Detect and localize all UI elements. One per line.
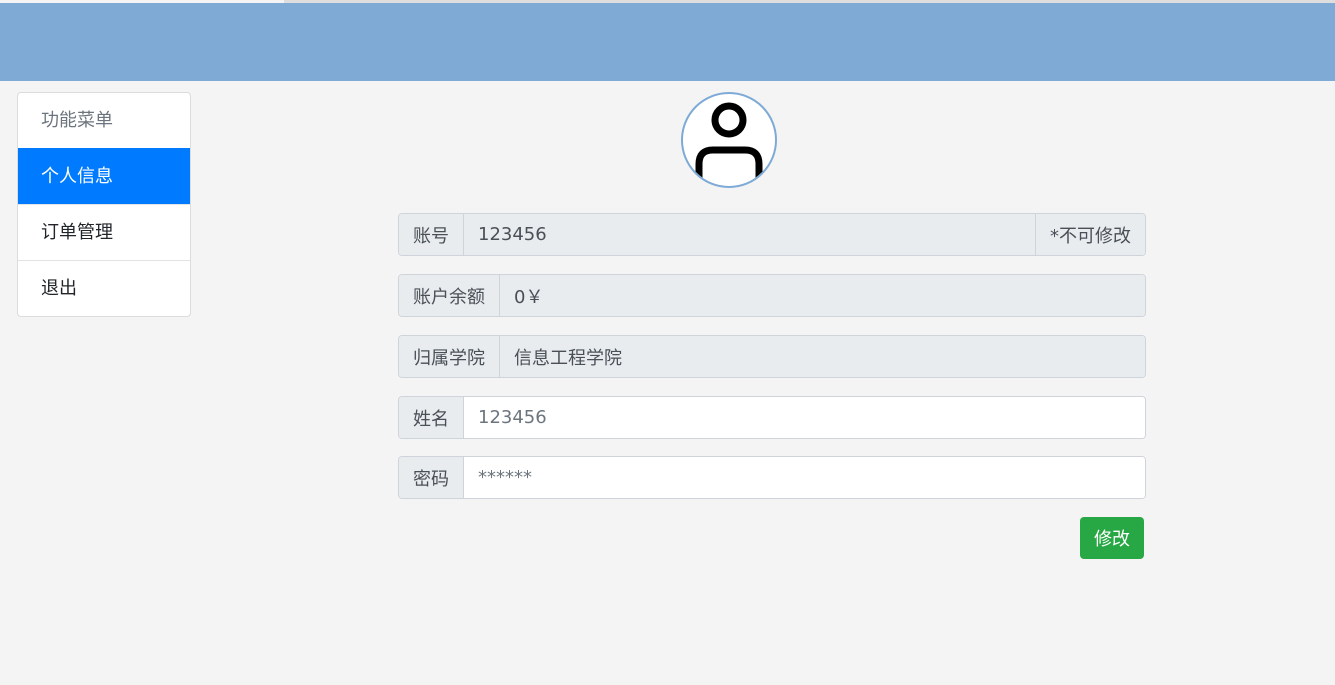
account-note: *不可修改 (1035, 214, 1145, 255)
account-row: 账号 123456 *不可修改 (398, 213, 1146, 256)
sidebar-item-logout[interactable]: 退出 (18, 260, 190, 316)
sidebar-item-profile[interactable]: 个人信息 (18, 148, 190, 204)
balance-field: 0￥ (500, 275, 1145, 316)
password-label: 密码 (399, 457, 464, 498)
name-label: 姓名 (399, 397, 464, 438)
sidebar-menu: 功能菜单 个人信息 订单管理 退出 (17, 92, 191, 317)
account-field: 123456 (464, 214, 1035, 255)
sidebar-heading: 功能菜单 (41, 110, 113, 131)
balance-row: 账户余额 0￥ (398, 274, 1146, 317)
password-input[interactable]: ****** (464, 457, 1145, 498)
name-input[interactable]: 123456 (464, 397, 1145, 438)
person-outline-icon (695, 102, 763, 180)
avatar (681, 92, 777, 188)
password-row: 密码 ****** (398, 456, 1146, 499)
college-field: 信息工程学院 (500, 336, 1145, 377)
college-row: 归属学院 信息工程学院 (398, 335, 1146, 378)
sidebar-item-orders[interactable]: 订单管理 (18, 204, 190, 260)
modify-button[interactable]: 修改 (1080, 517, 1144, 559)
header-bar (0, 3, 1335, 81)
balance-label: 账户余额 (399, 275, 500, 316)
account-label: 账号 (399, 214, 464, 255)
name-row: 姓名 123456 (398, 396, 1146, 439)
college-label: 归属学院 (399, 336, 500, 377)
